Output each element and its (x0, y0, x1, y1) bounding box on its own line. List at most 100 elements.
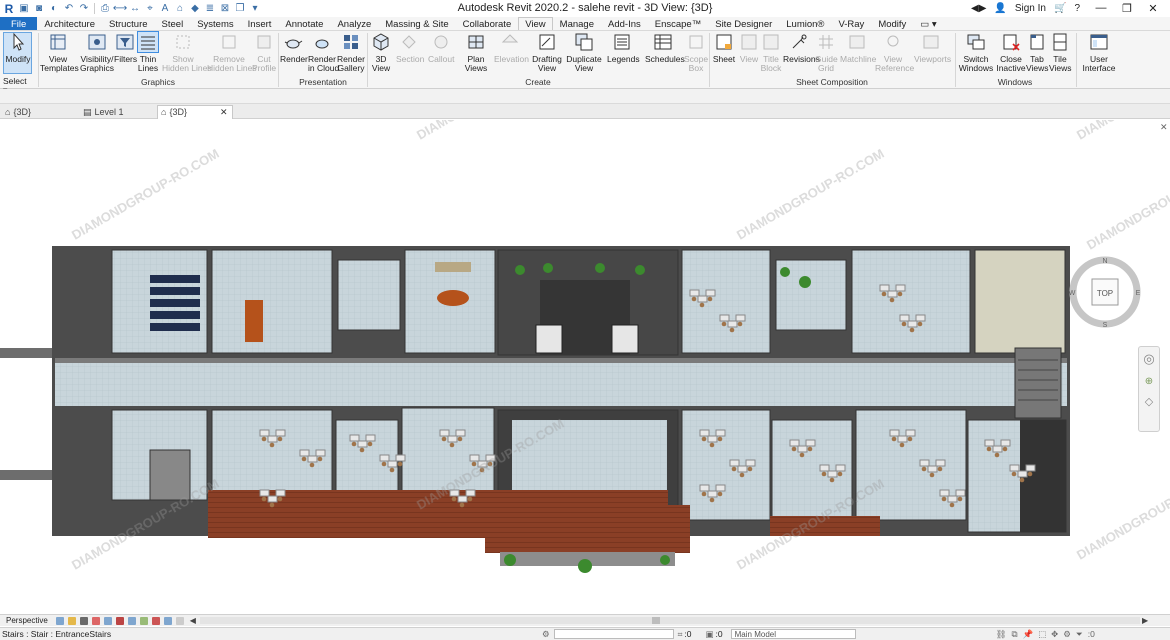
worksets-icon[interactable]: ⚙ (542, 629, 550, 640)
user-icon[interactable]: 👤 (994, 3, 1006, 14)
render-dialog-icon[interactable] (91, 616, 100, 625)
show-hidden-lines-button[interactable]: Show Hidden Lines (162, 32, 212, 73)
thin-lines-button[interactable]: Thin Lines (137, 31, 159, 73)
legends-button[interactable]: Legends (607, 32, 640, 64)
crop-view-icon[interactable] (103, 616, 112, 625)
tab-file[interactable]: File (0, 17, 38, 30)
close-tab-icon[interactable]: ✕ (220, 106, 228, 119)
highlight-displacement-icon[interactable] (175, 616, 184, 625)
pan-icon[interactable]: ◇ (1139, 391, 1159, 411)
scrollbar-thumb[interactable] (651, 617, 660, 624)
tab-annotate[interactable]: Annotate (278, 17, 330, 30)
place-view-button[interactable]: View (738, 32, 760, 64)
view-reference-button[interactable]: View Reference (875, 32, 914, 73)
tab-massing-site[interactable]: Massing & Site (378, 17, 455, 30)
tab-views-button[interactable]: Tab Views (1026, 32, 1049, 73)
tab-insert[interactable]: Insert (241, 17, 279, 30)
callout-button[interactable]: Callout (428, 32, 454, 64)
drawing-canvas[interactable]: DIAMONDGROUP-RO.COM DIAMONDGROUP-RO.COM DI… (0, 120, 1170, 612)
render-button[interactable]: Render (280, 32, 308, 64)
tile-views-button[interactable]: Tile Views (1049, 32, 1072, 73)
sheet-button[interactable]: Sheet (712, 32, 736, 64)
print-icon[interactable]: ⎙ (98, 2, 112, 16)
select-underlay-icon[interactable]: ⧉ (1011, 629, 1017, 640)
tab-site-designer[interactable]: Site Designer (708, 17, 779, 30)
view-tab[interactable]: ⌂ {3D} (2, 105, 78, 119)
viewports-button[interactable]: Viewports (914, 32, 951, 64)
tab-v-ray[interactable]: V-Ray (831, 17, 871, 30)
sun-path-icon[interactable] (67, 616, 76, 625)
restore-button[interactable]: ❐ (1114, 2, 1140, 15)
horizontal-scrollbar[interactable] (199, 617, 1140, 624)
tab-add-ins[interactable]: Add-Ins (601, 17, 648, 30)
unlocked-3d-icon[interactable] (127, 616, 136, 625)
tab-view[interactable]: View (518, 17, 553, 30)
close-windows-icon[interactable]: ⊠ (218, 2, 232, 16)
default-3d-icon[interactable]: ⌂ (173, 2, 187, 16)
tab-structure[interactable]: Structure (102, 17, 155, 30)
3d-view-button[interactable]: 3D View (369, 32, 393, 73)
show-crop-icon[interactable] (115, 616, 124, 625)
select-pinned-icon[interactable]: 📌 (1023, 629, 1034, 640)
search-icon[interactable]: ◀▶ (971, 3, 986, 14)
cut-profile-button[interactable]: Cut Profile (252, 32, 276, 73)
remove-hidden-lines-button[interactable]: Remove Hidden Lines (207, 32, 257, 73)
cart-icon[interactable]: 🛒 (1054, 3, 1066, 14)
zoom-icon[interactable]: ⊕ (1139, 371, 1159, 391)
view-tab-active[interactable]: ⌂ {3D} ✕ (157, 105, 233, 119)
drafting-view-button[interactable]: Drafting View (532, 32, 562, 73)
duplicate-view-button[interactable]: Duplicate View (566, 32, 602, 73)
thin-lines-icon[interactable]: ≣ (203, 2, 217, 16)
close-view-icon[interactable]: ✕ (1160, 122, 1168, 133)
view-tab[interactable]: ▤ Level 1 (80, 105, 156, 119)
analytical-model-icon[interactable] (163, 616, 172, 625)
tag-icon[interactable]: ⌖ (143, 2, 157, 16)
visibility-graphics-button[interactable]: Visibility/ Graphics (79, 32, 115, 73)
minimize-button[interactable]: — (1088, 2, 1114, 15)
text-icon[interactable]: A (158, 2, 172, 16)
background-processes-icon[interactable]: ⚙ (1063, 629, 1071, 640)
title-block-button[interactable]: Title Block (760, 32, 782, 73)
matchline-button[interactable]: Matchline (840, 32, 876, 64)
open-icon[interactable]: ▣ (17, 2, 31, 16)
contextual-tab-dropdown-icon[interactable]: ▭ ▾ (913, 17, 943, 30)
editable-icon[interactable]: ⌗ (678, 629, 683, 640)
sign-in-link[interactable]: Sign In (1015, 3, 1046, 14)
sync-icon[interactable]: ◐ (47, 2, 61, 16)
tab-collaborate[interactable]: Collaborate (456, 17, 519, 30)
modify-button[interactable]: Modify (3, 32, 33, 64)
render-in-cloud-button[interactable]: Render in Cloud (308, 32, 339, 73)
viewcube[interactable]: TOP N S E W (1068, 255, 1142, 329)
save-icon[interactable]: ◙ (32, 2, 46, 16)
aligned-dimension-icon[interactable]: ↔ (128, 2, 142, 16)
tab-lumion-[interactable]: Lumion® (779, 17, 831, 30)
guide-grid-button[interactable]: Guide Grid (815, 32, 838, 73)
render-gallery-button[interactable]: Render Gallery (337, 32, 365, 73)
close-button[interactable]: ✕ (1140, 2, 1166, 15)
scope-box-button[interactable]: Scope Box (684, 32, 708, 73)
switch-windows-button[interactable]: Switch Windows (958, 32, 994, 73)
measure-icon[interactable]: ⟷ (113, 2, 127, 16)
switch-windows-icon[interactable]: ❐ (233, 2, 247, 16)
tab-enscape-[interactable]: Enscape™ (648, 17, 708, 30)
filters-button[interactable]: Filters (114, 32, 137, 64)
section-button[interactable]: Section (396, 32, 424, 64)
select-by-face-icon[interactable]: ⬚ (1038, 629, 1046, 640)
reveal-hidden-icon[interactable] (151, 616, 160, 625)
user-interface-button[interactable]: User Interface (1080, 32, 1118, 73)
help-icon[interactable]: ? (1074, 3, 1080, 14)
workset-dropdown[interactable] (553, 629, 674, 639)
view-templates-button[interactable]: View Templates (40, 32, 79, 73)
drag-elements-icon[interactable]: ✥ (1051, 629, 1058, 640)
visual-style-icon[interactable] (55, 616, 64, 625)
design-options-icon[interactable]: ▣ (706, 629, 714, 640)
elevation-button[interactable]: Elevation (494, 32, 529, 64)
revisions-button[interactable]: Revisions (783, 32, 820, 64)
close-inactive-button[interactable]: Close Inactive (996, 32, 1026, 73)
filter-icon[interactable]: ⏷ (1076, 629, 1083, 640)
tab-architecture[interactable]: Architecture (37, 17, 102, 30)
tab-modify[interactable]: Modify (871, 17, 913, 30)
tab-steel[interactable]: Steel (155, 17, 191, 30)
undo-icon[interactable]: ↶ (62, 2, 76, 16)
tab-analyze[interactable]: Analyze (330, 17, 378, 30)
